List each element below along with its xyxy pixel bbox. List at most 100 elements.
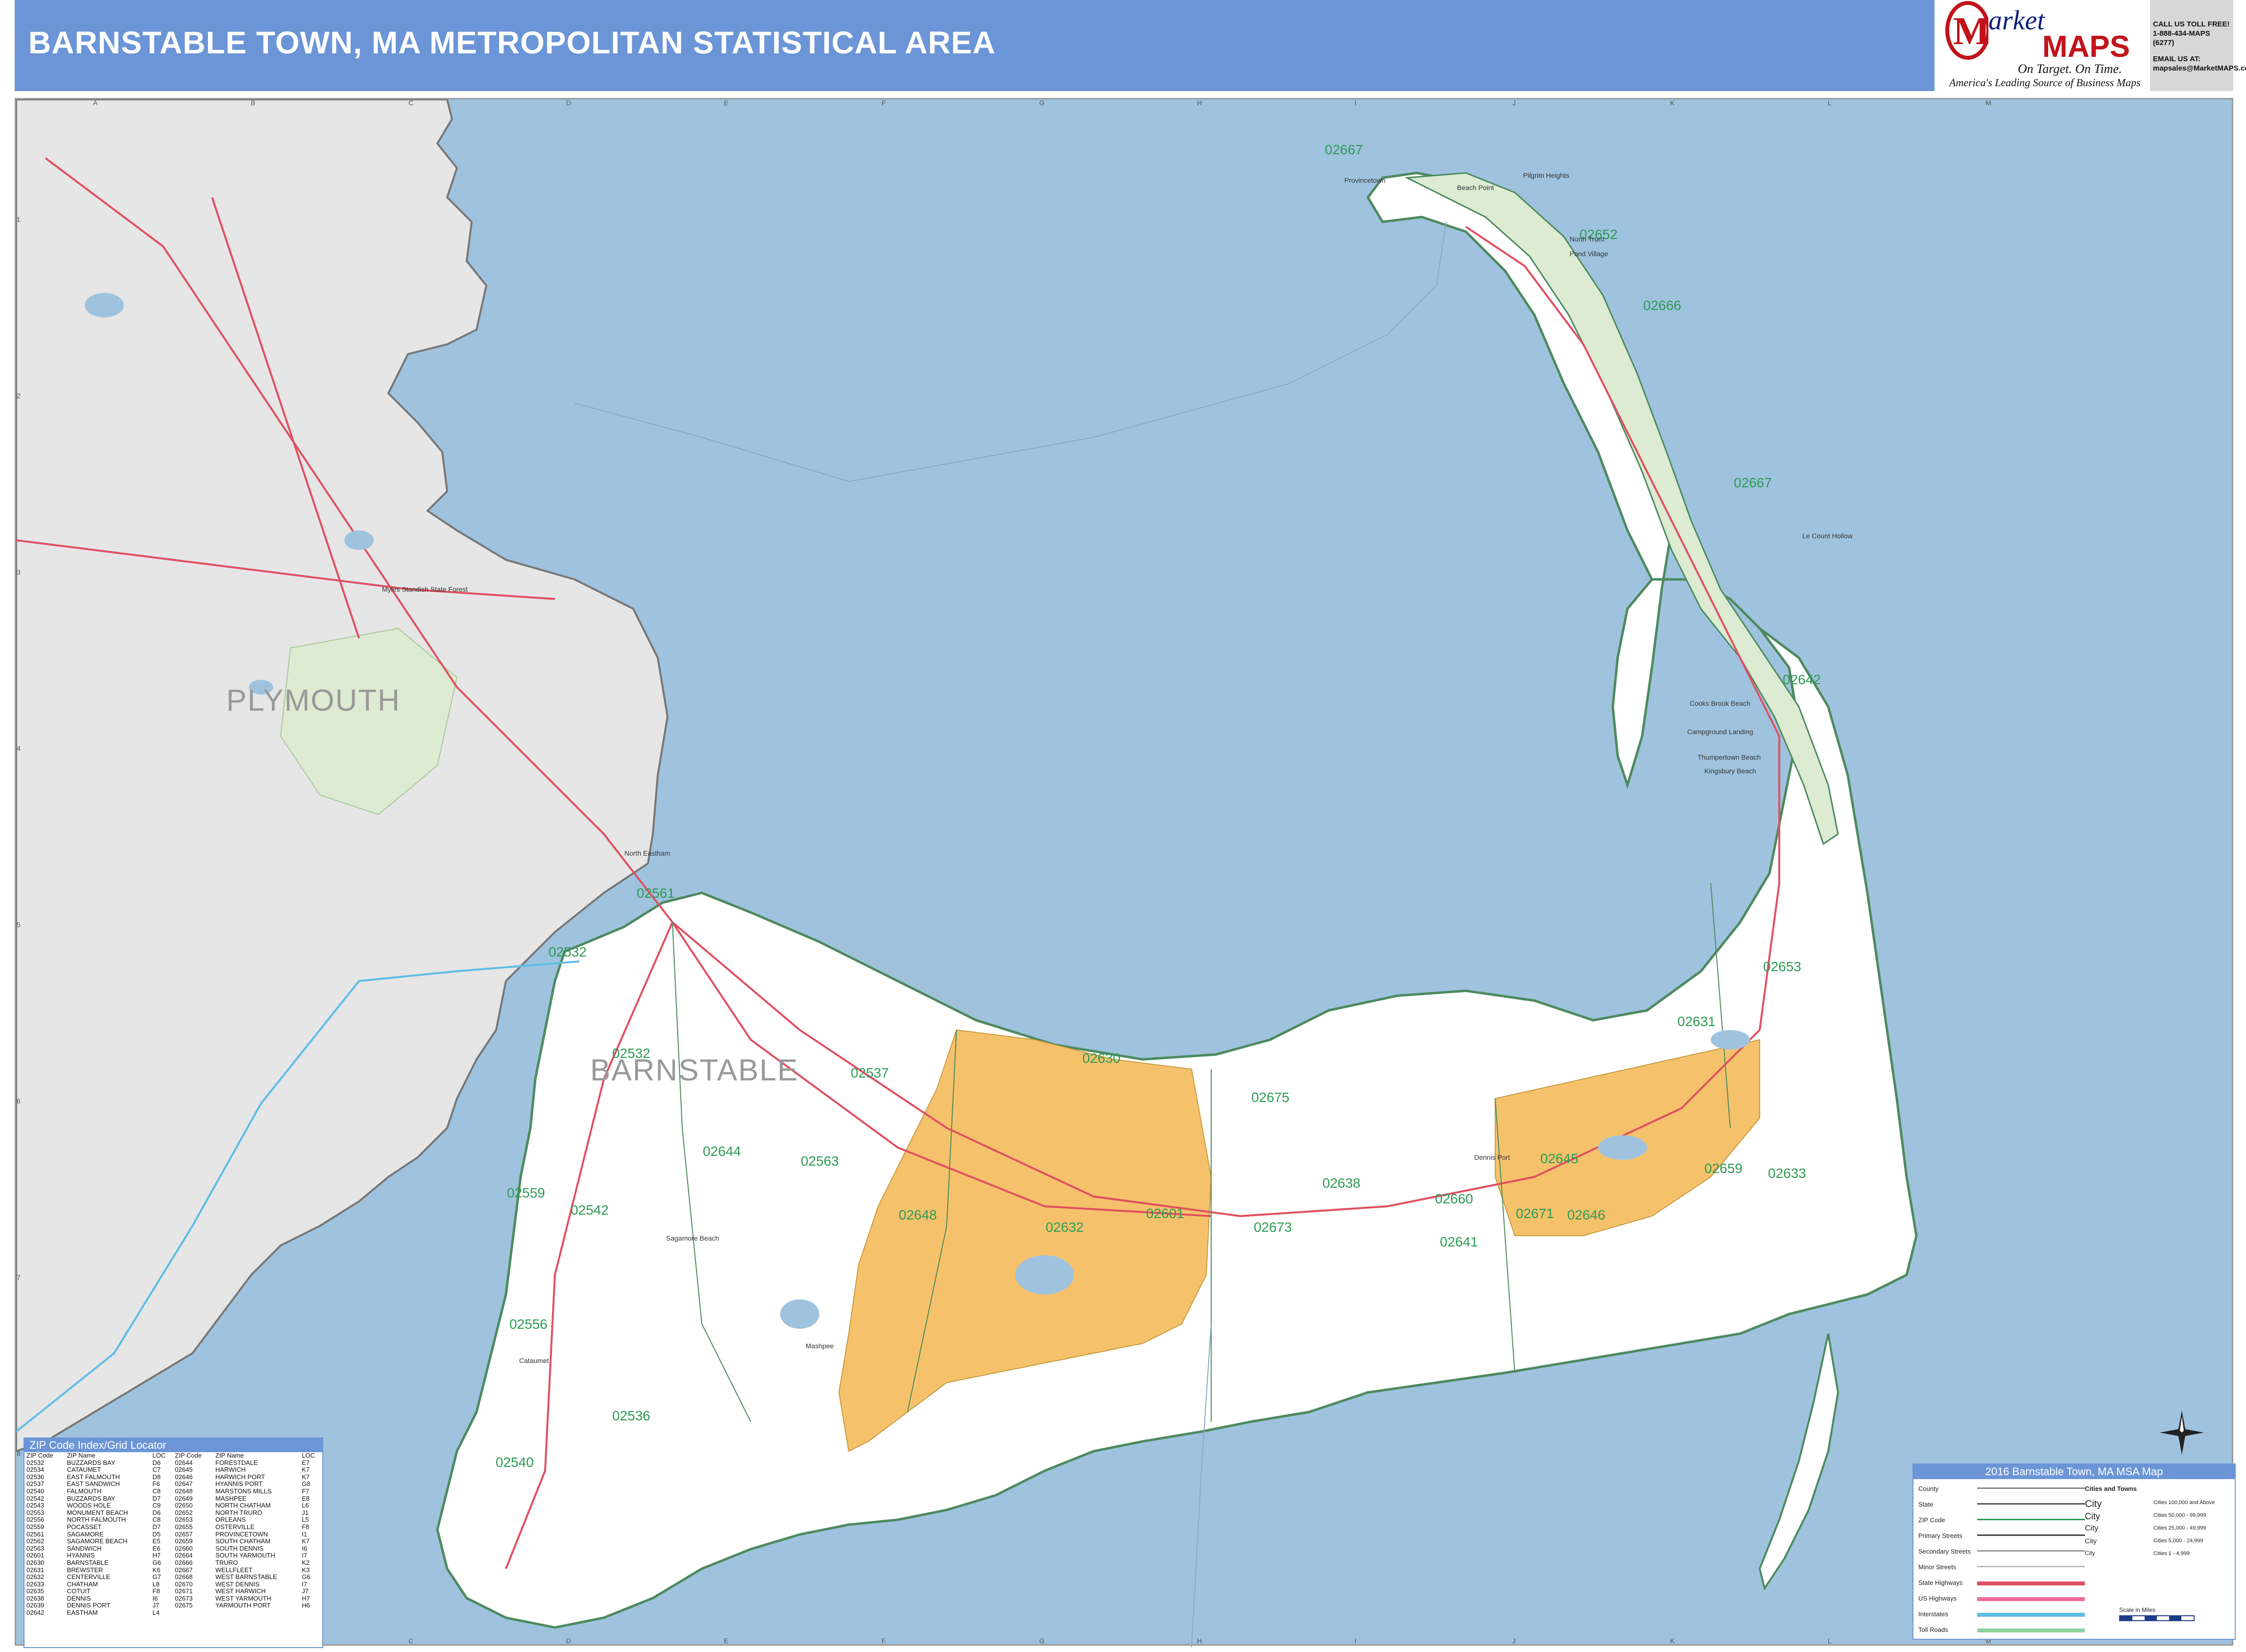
zip-index-cell: K3 bbox=[302, 1566, 310, 1574]
contact-phone: 1-888-434-MAPS (6277) bbox=[2153, 29, 2210, 47]
zip-index-row: 02536 EAST FALMOUTH D8 02646 HARWICH PORT K7 bbox=[24, 1473, 322, 1481]
zip-index-header: ZIP Code bbox=[26, 1452, 53, 1459]
zip-index-cell: HYANNIS bbox=[67, 1552, 95, 1559]
zip-index-cell: L5 bbox=[302, 1516, 309, 1524]
zip-index-cell: 02650 bbox=[175, 1502, 193, 1509]
grid-row-label: 2 bbox=[17, 392, 21, 400]
contact-email[interactable]: mapsales@MarketMAPS.com bbox=[2153, 64, 2246, 73]
zip-label: 02667 bbox=[1325, 142, 1363, 157]
zip-index-cell: C8 bbox=[152, 1516, 161, 1524]
zip-index-cell: I6 bbox=[152, 1594, 158, 1602]
zip-label: 02675 bbox=[1251, 1090, 1290, 1105]
zip-index-cell: SANDWICH bbox=[67, 1544, 102, 1552]
zip-label: 02644 bbox=[703, 1144, 741, 1159]
zip-index-cell: 02670 bbox=[175, 1580, 193, 1588]
legend-city-sample: City bbox=[2085, 1499, 2102, 1509]
legend-item-label: US Highways bbox=[1918, 1595, 1957, 1602]
zip-index-cell: BUZZARDS BAY bbox=[67, 1459, 116, 1466]
zip-index-cell: EASTHAM bbox=[67, 1609, 98, 1617]
zip-index-cell: WOODS HOLE bbox=[67, 1502, 111, 1509]
zip-label: 02653 bbox=[1763, 959, 1801, 974]
zip-index-row: 02540 FALMOUTH C8 02648 MARSTONS MILLS F7 bbox=[24, 1487, 322, 1495]
contact-box: CALL US TOLL FREE! 1-888-434-MAPS (6277)… bbox=[2150, 0, 2246, 91]
zip-index-row: 02542 BUZZARDS BAY D7 02649 MASHPEE E8 bbox=[24, 1495, 322, 1503]
legend-item-label: State Highways bbox=[1918, 1579, 1963, 1586]
zip-label: 02633 bbox=[1768, 1166, 1806, 1181]
zip-label: 02601 bbox=[1146, 1206, 1184, 1221]
zip-index-row: 02543 WOODS HOLE C9 02650 NORTH CHATHAM L6 bbox=[24, 1502, 322, 1509]
place-label: Mashpee bbox=[806, 1342, 834, 1350]
zip-label: 02563 bbox=[801, 1153, 839, 1169]
zip-index-cell: EAST FALMOUTH bbox=[67, 1473, 120, 1481]
zip-index-cell: G8 bbox=[302, 1480, 311, 1488]
compass-rose-icon bbox=[2160, 1411, 2204, 1455]
zip-index-cell: 02563 bbox=[26, 1544, 45, 1552]
logo-subtitle: America's Leading Source of Business Map… bbox=[1949, 76, 2141, 89]
zip-index-cell: 02653 bbox=[175, 1516, 193, 1524]
grid-column-label: B bbox=[251, 99, 256, 107]
place-label: Pilgrim Heights bbox=[1523, 171, 1570, 179]
zip-index-cell: OSTERVILLE bbox=[215, 1523, 255, 1531]
zip-label: 02536 bbox=[612, 1408, 650, 1423]
zip-index-header: ZIP Code bbox=[175, 1452, 202, 1459]
county-label-plymouth: PLYMOUTH bbox=[226, 684, 401, 718]
zip-label: 02638 bbox=[1322, 1175, 1361, 1191]
grid-column-label: F bbox=[882, 1637, 886, 1645]
zip-index-cell: 02601 bbox=[26, 1552, 45, 1559]
zip-index-cell: D7 bbox=[152, 1494, 161, 1502]
zip-index-header: ZIP Name bbox=[215, 1452, 244, 1459]
map-drawing bbox=[16, 99, 1918, 1647]
legend-city-population: Cities 1 - 4,999 bbox=[2153, 1551, 2190, 1556]
marketmaps-logo: M arket MAPS On Target. On Time. America… bbox=[1939, 0, 2150, 91]
zip-index-cell: D5 bbox=[152, 1530, 161, 1538]
zip-index-cell: DENNIS bbox=[67, 1594, 91, 1602]
zip-index-cell: MASHPEE bbox=[215, 1494, 247, 1502]
zip-index-row: 02631 BREWSTER K6 02667 WELLFLEET K3 bbox=[24, 1566, 322, 1574]
zip-index-cell: E8 bbox=[302, 1494, 310, 1502]
grid-column-label: E bbox=[724, 99, 729, 107]
zip-label: 02642 bbox=[1783, 672, 1821, 687]
zip-index-cell: 02553 bbox=[26, 1508, 45, 1516]
zip-label: 02542 bbox=[571, 1202, 609, 1218]
logo-brand-bottom: MAPS bbox=[2042, 30, 2130, 64]
zip-index-row: 02556 NORTH FALMOUTH C8 02653 ORLEANS L5 bbox=[24, 1516, 322, 1524]
map-canvas[interactable] bbox=[15, 98, 2233, 1647]
zip-index-cell: K6 bbox=[152, 1566, 161, 1574]
place-label: Pond Village bbox=[1570, 250, 1608, 258]
zip-index-cell: 02667 bbox=[175, 1566, 193, 1574]
zip-index-cell: FORESTDALE bbox=[215, 1459, 258, 1466]
zip-index-cell: I7 bbox=[302, 1552, 308, 1559]
grid-column-label: G bbox=[1039, 99, 1045, 107]
grid-column-label: H bbox=[1197, 1637, 1202, 1645]
zip-label: 02540 bbox=[496, 1455, 534, 1470]
legend-item-swatch bbox=[1977, 1597, 2085, 1601]
zip-index-cell: 02542 bbox=[26, 1494, 45, 1502]
zip-index-row: 02630 BARNSTABLE G6 02666 TRURO K2 bbox=[24, 1559, 322, 1567]
monomoy-island bbox=[1758, 1333, 1840, 1591]
legend-item-label: Primary Streets bbox=[1918, 1532, 1962, 1539]
zip-index-cell: G6 bbox=[152, 1558, 161, 1566]
zip-index-cell: D8 bbox=[152, 1473, 161, 1481]
grid-column-label: I bbox=[1355, 99, 1357, 107]
grid-row-label: 6 bbox=[17, 1097, 21, 1105]
zip-index-cell: WEST BARNSTABLE bbox=[215, 1573, 277, 1581]
zip-label: 02556 bbox=[509, 1317, 548, 1332]
zip-index-cell: SAGAMORE BEACH bbox=[67, 1537, 128, 1545]
zip-index-cell: 02659 bbox=[175, 1537, 193, 1545]
zip-label: 02666 bbox=[1643, 298, 1681, 313]
place-label: Thumpertown Beach bbox=[1697, 753, 1761, 761]
zip-index-cell: 02645 bbox=[175, 1466, 193, 1474]
grid-row-label: 8 bbox=[17, 1450, 21, 1458]
zip-index-title: ZIP Code Index/Grid Locator bbox=[24, 1438, 322, 1452]
zip-index-cell: FALMOUTH bbox=[67, 1487, 102, 1495]
zip-index-cell: WELLFLEET bbox=[215, 1566, 253, 1574]
legend-item-label: Interstates bbox=[1918, 1610, 1948, 1618]
zip-label: 02631 bbox=[1677, 1014, 1716, 1029]
zip-index-row: 02532 BUZZARDS BAY D6 02644 FORESTDALE E7 bbox=[24, 1459, 322, 1467]
zip-label: 02648 bbox=[899, 1207, 937, 1222]
zip-index-cell: K7 bbox=[302, 1473, 310, 1481]
zip-index-cell: 02556 bbox=[26, 1516, 45, 1524]
grid-row-label: 7 bbox=[17, 1273, 21, 1281]
legend-item-swatch bbox=[1977, 1487, 2085, 1489]
grid-row-label: 3 bbox=[17, 568, 21, 576]
